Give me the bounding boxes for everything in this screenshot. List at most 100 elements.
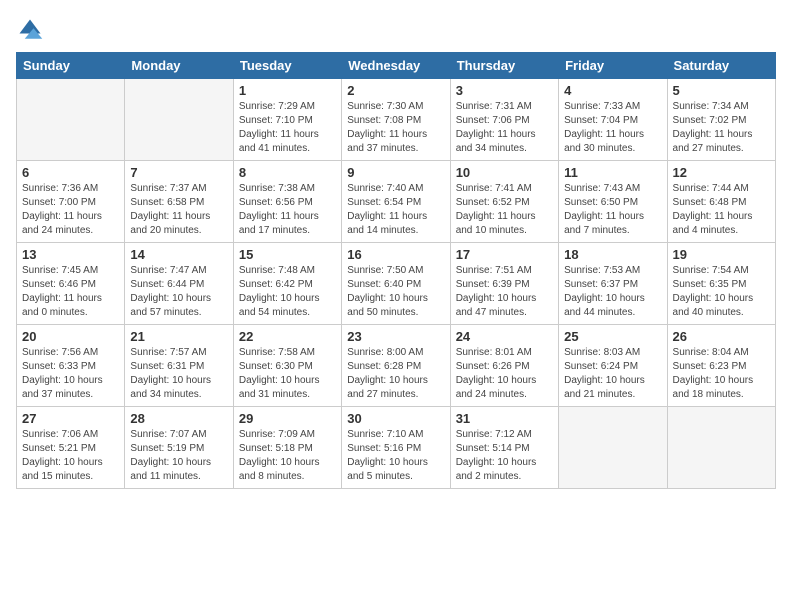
calendar-day-cell: 14 Sunrise: 7:47 AM Sunset: 6:44 PM Dayli… — [125, 243, 233, 325]
day-info: Sunrise: 8:04 AM Sunset: 6:23 PM Dayligh… — [673, 346, 770, 402]
day-info: Sunrise: 7:29 AM Sunset: 7:10 PM Dayligh… — [239, 100, 336, 156]
day-of-week-header: Saturday — [667, 53, 775, 79]
calendar-day-cell: 12 Sunrise: 7:44 AM Sunset: 6:48 PM Dayli… — [667, 161, 775, 243]
day-of-week-header: Wednesday — [342, 53, 450, 79]
day-number: 26 — [673, 329, 770, 344]
calendar-day-cell: 3 Sunrise: 7:31 AM Sunset: 7:06 PM Daylig… — [450, 79, 558, 161]
calendar-day-cell: 31 Sunrise: 7:12 AM Sunset: 5:14 PM Dayli… — [450, 407, 558, 489]
calendar-week-row: 27 Sunrise: 7:06 AM Sunset: 5:21 PM Dayli… — [17, 407, 776, 489]
day-number: 23 — [347, 329, 444, 344]
day-info: Sunrise: 7:31 AM Sunset: 7:06 PM Dayligh… — [456, 100, 553, 156]
day-number: 6 — [22, 165, 119, 180]
day-number: 29 — [239, 411, 336, 426]
calendar-day-cell: 26 Sunrise: 8:04 AM Sunset: 6:23 PM Dayli… — [667, 325, 775, 407]
day-number: 5 — [673, 83, 770, 98]
day-info: Sunrise: 7:45 AM Sunset: 6:46 PM Dayligh… — [22, 264, 119, 320]
day-number: 15 — [239, 247, 336, 262]
calendar-day-cell: 1 Sunrise: 7:29 AM Sunset: 7:10 PM Daylig… — [233, 79, 341, 161]
day-number: 19 — [673, 247, 770, 262]
calendar-day-cell: 24Sunrise: 8:01 AM Sunset: 6:26 PM Dayli… — [450, 325, 558, 407]
calendar-week-row: 13 Sunrise: 7:45 AM Sunset: 6:46 PM Dayli… — [17, 243, 776, 325]
day-info: Sunrise: 7:44 AM Sunset: 6:48 PM Dayligh… — [673, 182, 770, 238]
calendar-day-cell: 2 Sunrise: 7:30 AM Sunset: 7:08 PM Daylig… — [342, 79, 450, 161]
day-info: Sunrise: 7:43 AM Sunset: 6:50 PM Dayligh… — [564, 182, 661, 238]
day-number: 8 — [239, 165, 336, 180]
calendar-body: 1 Sunrise: 7:29 AM Sunset: 7:10 PM Daylig… — [17, 79, 776, 489]
logo-icon — [16, 16, 44, 44]
calendar-day-cell: 18 Sunrise: 7:53 AM Sunset: 6:37 PM Dayli… — [559, 243, 667, 325]
day-of-week-header: Monday — [125, 53, 233, 79]
day-number: 11 — [564, 165, 661, 180]
day-number: 17 — [456, 247, 553, 262]
day-info: Sunrise: 8:00 AM Sunset: 6:28 PM Dayligh… — [347, 346, 444, 402]
header-row: SundayMondayTuesdayWednesdayThursdayFrid… — [17, 53, 776, 79]
day-number: 7 — [130, 165, 227, 180]
day-info: Sunrise: 7:33 AM Sunset: 7:04 PM Dayligh… — [564, 100, 661, 156]
day-info: Sunrise: 7:07 AM Sunset: 5:19 PM Dayligh… — [130, 428, 227, 484]
day-info: Sunrise: 7:58 AM Sunset: 6:30 PM Dayligh… — [239, 346, 336, 402]
calendar-day-cell: 22Sunrise: 7:58 AM Sunset: 6:30 PM Dayli… — [233, 325, 341, 407]
day-info: Sunrise: 7:38 AM Sunset: 6:56 PM Dayligh… — [239, 182, 336, 238]
calendar-week-row: 20Sunrise: 7:56 AM Sunset: 6:33 PM Dayli… — [17, 325, 776, 407]
day-info: Sunrise: 7:50 AM Sunset: 6:40 PM Dayligh… — [347, 264, 444, 320]
calendar-day-cell: 21 Sunrise: 7:57 AM Sunset: 6:31 PM Dayli… — [125, 325, 233, 407]
day-info: Sunrise: 7:10 AM Sunset: 5:16 PM Dayligh… — [347, 428, 444, 484]
day-number: 4 — [564, 83, 661, 98]
calendar-day-cell: 23 Sunrise: 8:00 AM Sunset: 6:28 PM Dayli… — [342, 325, 450, 407]
calendar-day-cell: 10Sunrise: 7:41 AM Sunset: 6:52 PM Dayli… — [450, 161, 558, 243]
calendar-day-cell — [17, 79, 125, 161]
day-info: Sunrise: 7:47 AM Sunset: 6:44 PM Dayligh… — [130, 264, 227, 320]
day-number: 9 — [347, 165, 444, 180]
day-info: Sunrise: 7:53 AM Sunset: 6:37 PM Dayligh… — [564, 264, 661, 320]
calendar-day-cell: 15 Sunrise: 7:48 AM Sunset: 6:42 PM Dayli… — [233, 243, 341, 325]
day-of-week-header: Tuesday — [233, 53, 341, 79]
logo — [16, 16, 48, 44]
calendar-day-cell: 5Sunrise: 7:34 AM Sunset: 7:02 PM Daylig… — [667, 79, 775, 161]
day-info: Sunrise: 7:56 AM Sunset: 6:33 PM Dayligh… — [22, 346, 119, 402]
day-number: 1 — [239, 83, 336, 98]
calendar-day-cell: 13 Sunrise: 7:45 AM Sunset: 6:46 PM Dayli… — [17, 243, 125, 325]
day-info: Sunrise: 7:57 AM Sunset: 6:31 PM Dayligh… — [130, 346, 227, 402]
day-of-week-header: Thursday — [450, 53, 558, 79]
calendar-day-cell: 17 Sunrise: 7:51 AM Sunset: 6:39 PM Dayli… — [450, 243, 558, 325]
calendar-day-cell: 29 Sunrise: 7:09 AM Sunset: 5:18 PM Dayli… — [233, 407, 341, 489]
calendar-header: SundayMondayTuesdayWednesdayThursdayFrid… — [17, 53, 776, 79]
calendar-day-cell: 25 Sunrise: 8:03 AM Sunset: 6:24 PM Dayli… — [559, 325, 667, 407]
day-info: Sunrise: 7:06 AM Sunset: 5:21 PM Dayligh… — [22, 428, 119, 484]
calendar-day-cell: 28Sunrise: 7:07 AM Sunset: 5:19 PM Dayli… — [125, 407, 233, 489]
day-number: 25 — [564, 329, 661, 344]
day-of-week-header: Friday — [559, 53, 667, 79]
day-info: Sunrise: 7:48 AM Sunset: 6:42 PM Dayligh… — [239, 264, 336, 320]
day-number: 18 — [564, 247, 661, 262]
day-number: 27 — [22, 411, 119, 426]
day-number: 2 — [347, 83, 444, 98]
calendar-day-cell — [125, 79, 233, 161]
day-number: 16 — [347, 247, 444, 262]
day-info: Sunrise: 7:40 AM Sunset: 6:54 PM Dayligh… — [347, 182, 444, 238]
day-info: Sunrise: 8:03 AM Sunset: 6:24 PM Dayligh… — [564, 346, 661, 402]
calendar-day-cell: 20Sunrise: 7:56 AM Sunset: 6:33 PM Dayli… — [17, 325, 125, 407]
day-info: Sunrise: 7:09 AM Sunset: 5:18 PM Dayligh… — [239, 428, 336, 484]
day-number: 12 — [673, 165, 770, 180]
calendar-week-row: 6 Sunrise: 7:36 AM Sunset: 7:00 PM Daylig… — [17, 161, 776, 243]
day-number: 3 — [456, 83, 553, 98]
calendar-day-cell: 30Sunrise: 7:10 AM Sunset: 5:16 PM Dayli… — [342, 407, 450, 489]
day-info: Sunrise: 8:01 AM Sunset: 6:26 PM Dayligh… — [456, 346, 553, 402]
calendar-day-cell: 7Sunrise: 7:37 AM Sunset: 6:58 PM Daylig… — [125, 161, 233, 243]
day-number: 31 — [456, 411, 553, 426]
day-number: 21 — [130, 329, 227, 344]
calendar-day-cell: 9 Sunrise: 7:40 AM Sunset: 6:54 PM Daylig… — [342, 161, 450, 243]
calendar-table: SundayMondayTuesdayWednesdayThursdayFrid… — [16, 52, 776, 489]
calendar-day-cell: 4 Sunrise: 7:33 AM Sunset: 7:04 PM Daylig… — [559, 79, 667, 161]
day-info: Sunrise: 7:51 AM Sunset: 6:39 PM Dayligh… — [456, 264, 553, 320]
calendar-day-cell: 11 Sunrise: 7:43 AM Sunset: 6:50 PM Dayli… — [559, 161, 667, 243]
day-info: Sunrise: 7:36 AM Sunset: 7:00 PM Dayligh… — [22, 182, 119, 238]
calendar-day-cell — [559, 407, 667, 489]
day-number: 13 — [22, 247, 119, 262]
day-number: 14 — [130, 247, 227, 262]
day-info: Sunrise: 7:12 AM Sunset: 5:14 PM Dayligh… — [456, 428, 553, 484]
calendar-day-cell: 16 Sunrise: 7:50 AM Sunset: 6:40 PM Dayli… — [342, 243, 450, 325]
day-info: Sunrise: 7:30 AM Sunset: 7:08 PM Dayligh… — [347, 100, 444, 156]
calendar-day-cell: 27 Sunrise: 7:06 AM Sunset: 5:21 PM Dayli… — [17, 407, 125, 489]
calendar-day-cell: 6 Sunrise: 7:36 AM Sunset: 7:00 PM Daylig… — [17, 161, 125, 243]
